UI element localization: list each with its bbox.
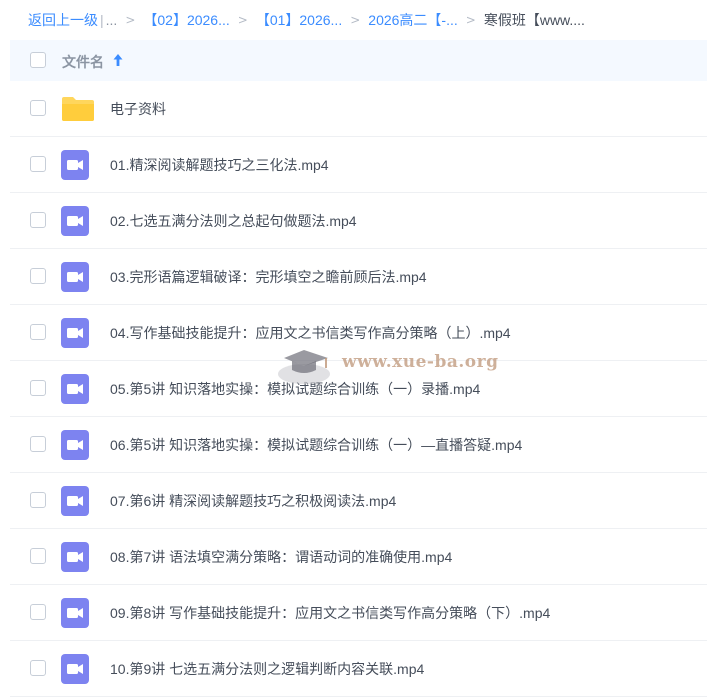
breadcrumb-current: 寒假班【www.... [483,12,585,28]
column-header-filename[interactable]: 文件名 [62,52,104,72]
row-checkbox[interactable] [30,492,46,508]
row-checkbox[interactable] [30,156,46,172]
file-name[interactable]: 电子资料 [110,99,166,119]
file-row-3[interactable]: 03.完形语篇逻辑破译：完形填空之瞻前顾后法.mp4 [10,249,707,305]
file-name[interactable]: 05.第5讲 知识落地实操：模拟试题综合训练（一）录播.mp4 [110,379,480,399]
breadcrumb: 返回上一级 | ... > 【02】2026... > 【01】2026... … [0,0,707,40]
file-name[interactable]: 10.第9讲 七选五满分法则之逻辑判断内容关联.mp4 [110,659,424,679]
row-checkbox[interactable] [30,436,46,452]
breadcrumb-item-3[interactable]: 2026高二【-... [368,10,457,30]
video-file-icon [61,374,89,409]
row-checkbox[interactable] [30,324,46,340]
select-all-checkbox[interactable] [30,52,46,68]
video-file-icon [61,542,89,577]
file-list: 电子资料 01.精深阅读解题技巧之三化法.mp4 02.七选五满分法则之总起句做… [10,81,707,697]
folder-icon [61,96,95,127]
row-checkbox[interactable] [30,604,46,620]
row-checkbox[interactable] [30,100,46,116]
file-name[interactable]: 08.第7讲 语法填空满分策略：谓语动词的准确使用.mp4 [110,547,452,567]
video-file-icon [61,262,89,297]
row-checkbox[interactable] [30,212,46,228]
chevron-right-icon: > [237,13,248,27]
breadcrumb-divider: | [100,12,104,28]
chevron-right-icon: > [465,13,476,27]
breadcrumb-item-2[interactable]: 【01】2026... [256,10,342,30]
video-file-icon [61,598,89,633]
row-checkbox[interactable] [30,268,46,284]
chevron-right-icon: > [125,13,136,27]
sort-arrow-up-icon[interactable] [111,51,125,69]
file-list-header: 文件名 [10,40,707,81]
file-row-7[interactable]: 07.第6讲 精深阅读解题技巧之积极阅读法.mp4 [10,473,707,529]
video-file-icon [61,486,89,521]
file-row-4[interactable]: 04.写作基础技能提升：应用文之书信类写作高分策略（上）.mp4 [10,305,707,361]
file-name[interactable]: 03.完形语篇逻辑破译：完形填空之瞻前顾后法.mp4 [110,267,427,287]
file-row-1[interactable]: 01.精深阅读解题技巧之三化法.mp4 [10,137,707,193]
breadcrumb-ellipsis[interactable]: ... [106,12,118,28]
file-name[interactable]: 07.第6讲 精深阅读解题技巧之积极阅读法.mp4 [110,491,396,511]
file-row-9[interactable]: 09.第8讲 写作基础技能提升：应用文之书信类写作高分策略（下）.mp4 [10,585,707,641]
file-row-8[interactable]: 08.第7讲 语法填空满分策略：谓语动词的准确使用.mp4 [10,529,707,585]
breadcrumb-item-1[interactable]: 【02】2026... [143,10,229,30]
chevron-right-icon: > [350,13,361,27]
row-checkbox[interactable] [30,548,46,564]
video-file-icon [61,206,89,241]
row-checkbox[interactable] [30,660,46,676]
file-name[interactable]: 09.第8讲 写作基础技能提升：应用文之书信类写作高分策略（下）.mp4 [110,603,550,623]
file-name[interactable]: 02.七选五满分法则之总起句做题法.mp4 [110,211,357,231]
file-name[interactable]: 06.第5讲 知识落地实操：模拟试题综合训练（一）—直播答疑.mp4 [110,435,522,455]
file-row-6[interactable]: 06.第5讲 知识落地实操：模拟试题综合训练（一）—直播答疑.mp4 [10,417,707,473]
video-file-icon [61,654,89,689]
file-name[interactable]: 04.写作基础技能提升：应用文之书信类写作高分策略（上）.mp4 [110,323,511,343]
file-row-0[interactable]: 电子资料 [10,81,707,137]
video-file-icon [61,430,89,465]
row-checkbox[interactable] [30,380,46,396]
video-file-icon [61,150,89,185]
back-link[interactable]: 返回上一级 [28,10,98,30]
video-file-icon [61,318,89,353]
file-row-2[interactable]: 02.七选五满分法则之总起句做题法.mp4 [10,193,707,249]
file-row-5[interactable]: 05.第5讲 知识落地实操：模拟试题综合训练（一）录播.mp4 [10,361,707,417]
file-name[interactable]: 01.精深阅读解题技巧之三化法.mp4 [110,155,329,175]
